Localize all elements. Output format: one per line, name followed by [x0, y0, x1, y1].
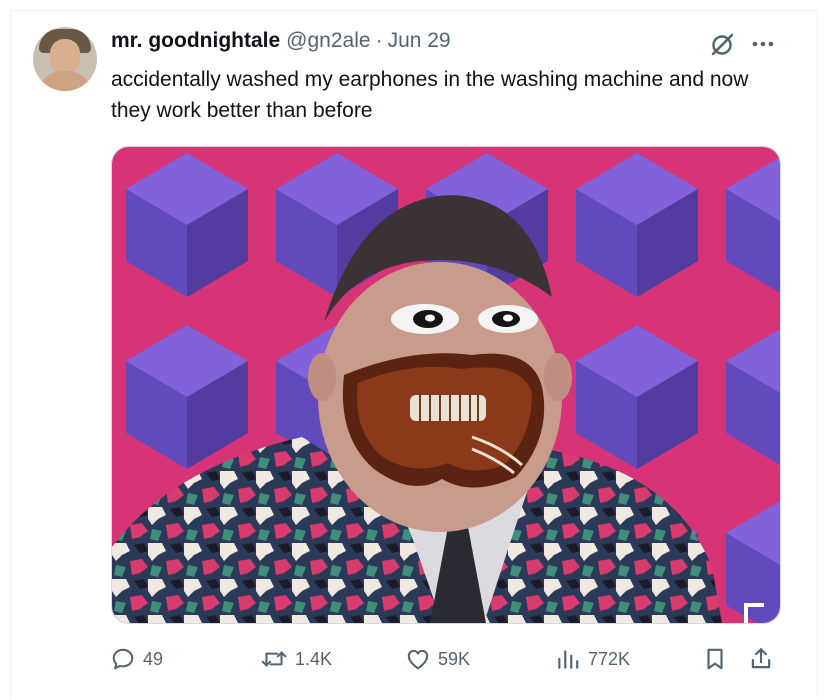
media-image — [112, 147, 780, 623]
header-separator: · — [375, 29, 383, 52]
tweet-header: mr. goodnightale @gn2ale · Jun 29 — [111, 29, 451, 59]
tweet-media[interactable] — [111, 146, 781, 624]
reply-action[interactable]: 49 — [110, 644, 163, 674]
repost-icon — [261, 651, 287, 667]
views-count: 772K — [588, 648, 631, 669]
tweet-text: accidentally washed my earphones in the … — [111, 68, 749, 122]
share-icon — [751, 648, 771, 669]
bookmark-icon — [707, 648, 723, 670]
grok-icon[interactable] — [709, 32, 735, 58]
more-icon[interactable] — [750, 34, 776, 54]
views-action[interactable]: 772K — [555, 644, 630, 674]
bookmark-action[interactable] — [703, 644, 727, 674]
repost-action[interactable]: 1.4K — [260, 644, 332, 674]
author-name[interactable]: mr. goodnightale — [111, 29, 280, 53]
heart-icon — [407, 649, 429, 670]
like-count: 59K — [438, 648, 471, 669]
author-handle[interactable]: @gn2ale — [286, 29, 370, 53]
like-action[interactable]: 59K — [405, 644, 470, 674]
reply-icon — [112, 648, 134, 670]
avatar[interactable] — [33, 27, 97, 91]
avatar-face — [50, 39, 80, 73]
avatar-body — [37, 71, 93, 91]
repost-count: 1.4K — [295, 648, 333, 669]
reply-count: 49 — [143, 648, 164, 669]
views-icon — [558, 650, 579, 669]
share-action[interactable] — [748, 644, 774, 674]
tweet-date[interactable]: Jun 29 — [388, 29, 451, 53]
